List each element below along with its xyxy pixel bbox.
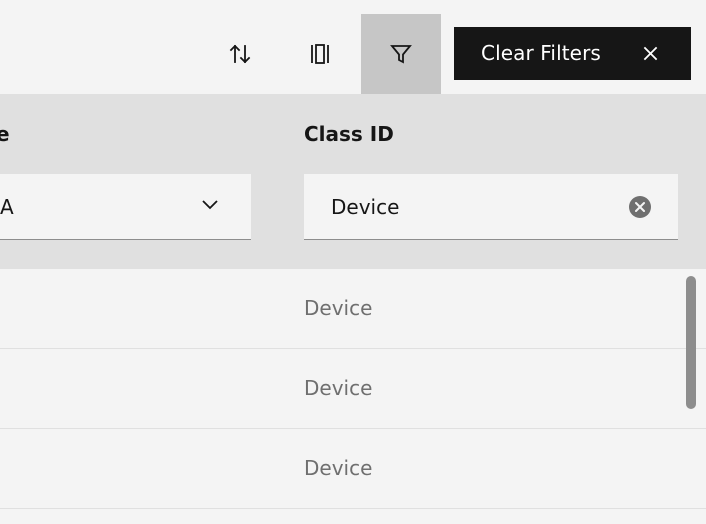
sort-arrows-icon	[229, 44, 251, 64]
table-view: Clear Filters e A Class ID Device Device…	[0, 0, 706, 524]
class-id-cell: Device	[304, 456, 373, 480]
filter-funnel-icon	[390, 45, 412, 64]
clear-circle-icon[interactable]	[628, 195, 652, 219]
table-row[interactable]: Device	[0, 269, 706, 349]
table-toolbar: Clear Filters	[0, 0, 706, 94]
column-header-class-id: Class ID	[304, 122, 394, 146]
column-settings-button[interactable]	[280, 14, 360, 94]
clear-filters-label: Clear Filters	[481, 41, 601, 65]
filter-panel: e A Class ID	[0, 94, 706, 269]
column-filter-select[interactable]: A	[0, 174, 251, 240]
class-id-filter-field	[304, 174, 678, 240]
select-value: A	[0, 195, 14, 219]
sort-button[interactable]	[200, 14, 280, 94]
vertical-scrollbar-thumb[interactable]	[686, 276, 696, 409]
table-row[interactable]: Device	[0, 349, 706, 429]
close-icon	[643, 46, 658, 61]
clear-filters-button[interactable]: Clear Filters	[454, 27, 691, 80]
column-header-partial: e	[0, 122, 10, 146]
chevron-down-icon	[202, 200, 218, 210]
class-id-cell: Device	[304, 296, 373, 320]
column-settings-icon	[311, 44, 329, 64]
class-id-cell: Device	[304, 376, 373, 400]
table-body: Device Device Device	[0, 269, 706, 524]
table-row[interactable]: Device	[0, 429, 706, 509]
class-id-filter-input[interactable]	[304, 174, 614, 239]
filter-toggle-button[interactable]	[361, 14, 441, 94]
